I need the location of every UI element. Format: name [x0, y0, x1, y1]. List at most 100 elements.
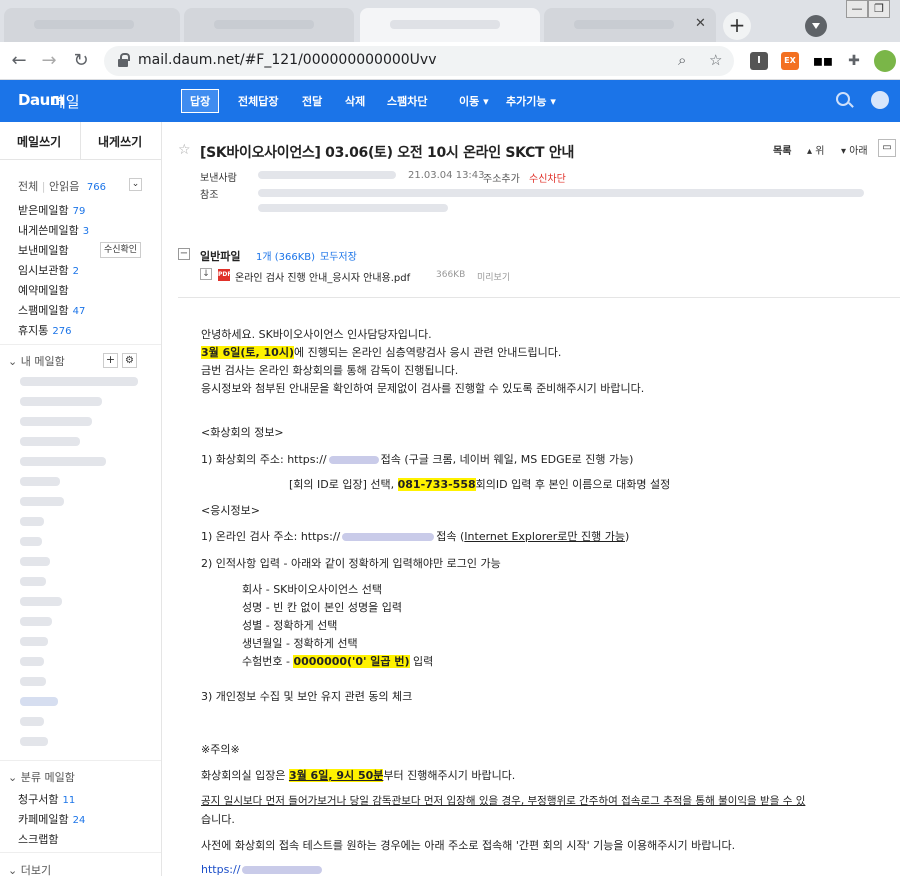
sender-address[interactable] — [258, 171, 396, 179]
list-item[interactable] — [20, 457, 106, 466]
extension-mask-icon[interactable]: ◼◼ — [813, 52, 833, 70]
reply-button[interactable]: 답장 — [181, 89, 220, 113]
move-button[interactable]: 이동 ▾ — [459, 93, 489, 109]
browser-tab[interactable] — [4, 8, 180, 42]
list-button[interactable]: 목록 — [773, 142, 791, 157]
meeting-id-note: 회의ID 입력 후 본인 이름으로 대화명 설정 — [475, 478, 671, 491]
list-item[interactable] — [20, 497, 64, 506]
more-functions-button[interactable]: 추가기능 ▾ — [506, 93, 556, 109]
sidebar-item-scheduled[interactable]: 예약메일함 — [18, 282, 69, 298]
address-bar[interactable]: mail.daum.net/#F_121/000000000000Uvv ⌕ ☆ — [104, 46, 734, 76]
tab-search-icon[interactable] — [805, 15, 827, 37]
list-item[interactable] — [20, 557, 50, 566]
extension-i-icon[interactable]: I — [750, 52, 768, 70]
list-item[interactable] — [20, 717, 44, 726]
list-item[interactable] — [20, 417, 92, 426]
receipt-check-button[interactable]: 수신확인 — [100, 242, 141, 258]
profile-avatar[interactable] — [874, 50, 896, 72]
minimize-icon[interactable]: — — [846, 0, 868, 18]
compose-button[interactable]: 메일쓰기 — [17, 133, 61, 150]
close-tab-icon[interactable]: ✕ — [695, 16, 706, 31]
block-sender-link[interactable]: 수신차단 — [529, 170, 566, 185]
sidebar-item-inbox[interactable]: 받은메일함 79 — [18, 202, 85, 218]
reply-all-button[interactable]: 전체답장 — [238, 93, 278, 109]
list-item[interactable] — [20, 657, 44, 666]
list-item[interactable] — [20, 617, 52, 626]
sidebar-item-trash[interactable]: 휴지통 276 — [18, 322, 71, 338]
mail-service-label[interactable]: 메일 — [52, 91, 80, 112]
my-mailbox-header[interactable]: ⌄ 내 메일함 — [8, 353, 65, 369]
list-item[interactable] — [20, 377, 138, 386]
zoom-icon[interactable]: ⌕ — [678, 51, 686, 69]
divider — [80, 122, 81, 160]
browser-tab[interactable]: ✕ — [544, 8, 716, 42]
cc-addresses[interactable] — [258, 204, 448, 212]
compose-self-button[interactable]: 내게쓰기 — [98, 133, 142, 150]
url-text[interactable]: mail.daum.net/#F_121/000000000000Uvv — [138, 52, 437, 68]
back-arrow-icon[interactable]: ← — [8, 50, 30, 71]
extensions-puzzle-icon[interactable]: ✚ — [845, 52, 863, 70]
test-url-link[interactable] — [342, 533, 435, 541]
list-item[interactable] — [20, 517, 44, 526]
lock-icon[interactable] — [118, 53, 130, 67]
sidebar-item-drafts[interactable]: 임시보관함 2 — [18, 262, 79, 278]
form-instruction: 생년월일 - 정확하게 선택 — [242, 637, 358, 650]
warning-text: 공지 일시보다 먼저 들어가보거나 당일 감독관보다 먼저 입장해 있을 경우,… — [201, 795, 806, 807]
filter-dropdown-icon[interactable]: ⌄ — [129, 178, 142, 191]
prev-mail-button[interactable]: ▴ 위 — [807, 142, 824, 157]
delete-button[interactable]: 삭제 — [345, 93, 365, 109]
star-icon[interactable]: ☆ — [178, 142, 191, 158]
sidebar-item-sent[interactable]: 보낸메일함 — [18, 242, 69, 258]
browser-tab-active[interactable] — [360, 8, 540, 42]
list-item[interactable] — [20, 597, 62, 606]
list-item[interactable] — [20, 537, 42, 546]
collapse-icon[interactable]: − — [178, 248, 190, 260]
sidebar-item-self-mail[interactable]: 내게쓴메일함 3 — [18, 222, 89, 238]
sidebar-item-scrap[interactable]: 스크랩함 — [18, 831, 58, 847]
sidebar-item-cafe[interactable]: 카페메일함 24 — [18, 811, 85, 827]
extension-ex-icon[interactable]: EX — [781, 52, 799, 70]
download-icon[interactable]: ↓ — [200, 268, 212, 280]
unread-filter[interactable]: 안읽음 — [49, 180, 79, 193]
add-address-link[interactable]: 주소추가 — [483, 170, 520, 185]
new-tab-button[interactable]: + — [723, 12, 751, 40]
sender-label: 보낸사람 — [200, 173, 237, 184]
list-item[interactable] — [20, 737, 48, 746]
more-toggle[interactable]: ⌄ 더보기 — [8, 862, 51, 876]
list-item[interactable] — [20, 477, 60, 486]
reload-icon[interactable]: ↻ — [70, 50, 92, 71]
list-item[interactable] — [20, 697, 58, 706]
save-all-button[interactable]: 모두저장 — [320, 248, 357, 263]
sidebar-item-label: 받은메일함 — [18, 204, 69, 217]
move-label: 이동 — [459, 95, 480, 108]
test-link-blur[interactable] — [242, 866, 323, 874]
add-mailbox-icon[interactable]: + — [103, 353, 118, 368]
cc-addresses[interactable] — [258, 189, 864, 197]
restore-icon[interactable]: ❐ — [868, 0, 890, 18]
pdf-file-icon: PDF — [218, 269, 231, 281]
bookmark-star-icon[interactable]: ☆ — [709, 51, 722, 69]
list-item[interactable] — [20, 577, 46, 586]
preview-button[interactable]: 미리보기 — [477, 270, 510, 283]
user-avatar-icon[interactable] — [871, 91, 889, 109]
entry-time: 3월 6일, 9시 50분 — [288, 769, 384, 782]
print-icon[interactable]: ▭ — [878, 139, 896, 157]
list-item[interactable] — [20, 637, 48, 646]
search-icon[interactable] — [836, 92, 850, 106]
spam-block-button[interactable]: 스팸차단 — [387, 93, 427, 109]
browser-tab[interactable] — [184, 8, 354, 42]
test-link[interactable]: https:// — [201, 863, 324, 876]
list-item[interactable] — [20, 397, 102, 406]
video-url-link[interactable] — [328, 456, 379, 464]
attachment-file-name[interactable]: 온라인 검사 진행 안내_응시자 안내용.pdf — [235, 269, 410, 284]
forward-arrow-icon[interactable]: → — [38, 50, 60, 71]
settings-gear-icon[interactable]: ⚙ — [122, 353, 137, 368]
sidebar-item-spam[interactable]: 스팸메일함 47 — [18, 302, 85, 318]
sidebar-item-bills[interactable]: 청구서함 11 — [18, 791, 75, 807]
list-item[interactable] — [20, 677, 46, 686]
forward-button[interactable]: 전달 — [302, 93, 322, 109]
all-filter[interactable]: 전체 — [18, 180, 38, 193]
list-item[interactable] — [20, 437, 80, 446]
category-mailbox-header[interactable]: ⌄ 분류 메일함 — [8, 769, 75, 785]
next-mail-button[interactable]: ▾ 아래 — [841, 142, 868, 157]
